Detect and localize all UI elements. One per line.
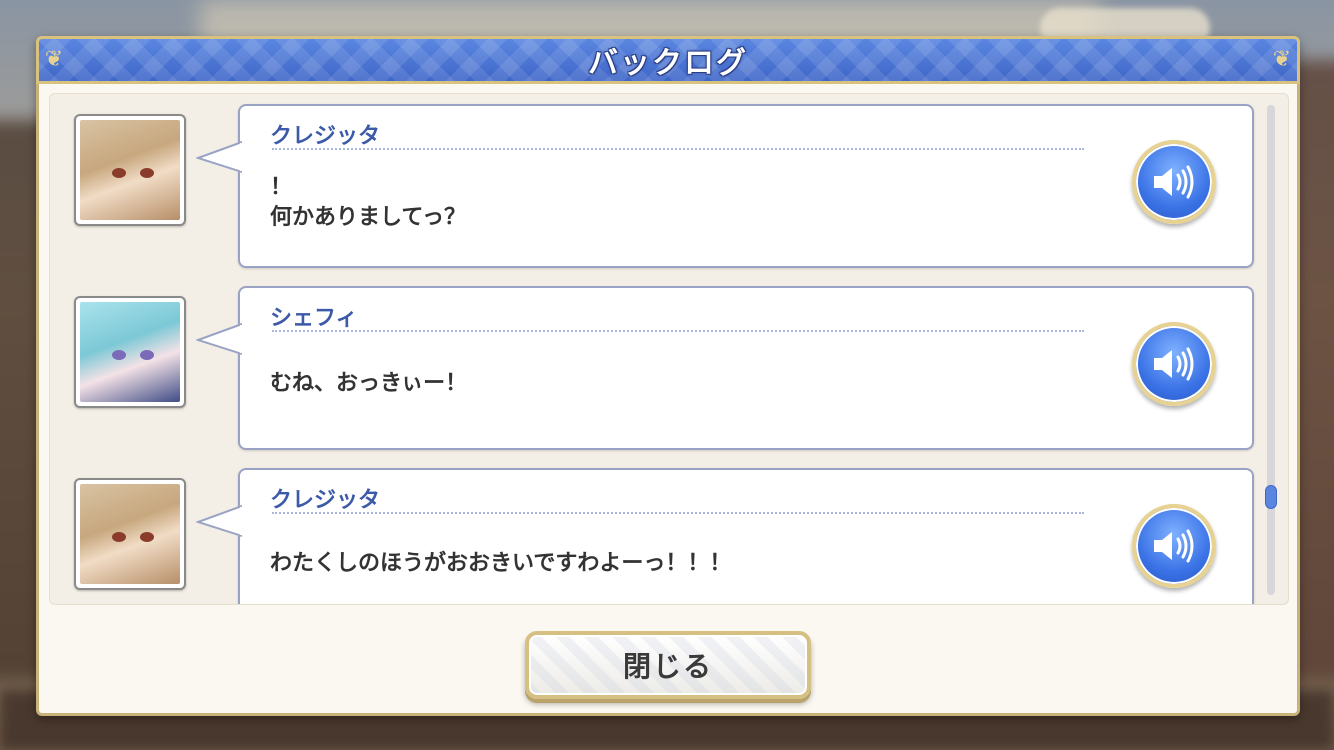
backlog-window: ❦ バックログ ❦ クレジッタ ！ 何かありましてっ？ シェフィ むね、おっきぃ… bbox=[36, 36, 1300, 716]
character-avatar bbox=[74, 478, 186, 590]
scrollbar[interactable] bbox=[1265, 105, 1277, 595]
backlog-entry: シェフィ むね、おっきぃー！ bbox=[50, 286, 1288, 452]
dialogue-line: わたくしのほうがおおきいですわよーっ！！！ bbox=[270, 551, 732, 576]
dialogue-line: 何かありましてっ？ bbox=[270, 205, 467, 230]
dialogue-bubble: クレジッタ ！ 何かありましてっ？ bbox=[196, 104, 1254, 268]
close-button[interactable]: 閉じる bbox=[525, 631, 811, 699]
speaker-icon bbox=[1154, 347, 1194, 381]
dialogue-line: むね、おっきぃー！ bbox=[270, 371, 468, 396]
divider bbox=[272, 148, 1084, 150]
dialogue-bubble: シェフィ むね、おっきぃー！ bbox=[196, 286, 1254, 450]
backlog-entry: クレジッタ ！ 何かありましてっ？ bbox=[50, 104, 1288, 270]
voice-replay-button[interactable] bbox=[1132, 140, 1216, 224]
voice-replay-button[interactable] bbox=[1132, 504, 1216, 588]
window-title: バックログ bbox=[588, 46, 748, 81]
title-bar: ❦ バックログ ❦ bbox=[36, 36, 1300, 84]
speaker-name: クレジッタ bbox=[270, 124, 381, 149]
voice-replay-button[interactable] bbox=[1132, 322, 1216, 406]
kurejitta-portrait-icon bbox=[80, 484, 180, 584]
divider bbox=[272, 512, 1084, 514]
speaker-name: シェフィ bbox=[270, 306, 358, 331]
dialogue-bubble: クレジッタ わたくしのほうがおおきいですわよーっ！！！ bbox=[196, 468, 1254, 604]
character-avatar bbox=[74, 114, 186, 226]
divider bbox=[272, 330, 1084, 332]
kurejitta-portrait-icon bbox=[80, 120, 180, 220]
scroll-thumb[interactable] bbox=[1265, 485, 1277, 509]
character-avatar bbox=[74, 296, 186, 408]
backlog-entry: クレジッタ わたくしのほうがおおきいですわよーっ！！！ bbox=[50, 468, 1288, 604]
speaker-icon bbox=[1154, 529, 1194, 563]
dialogue-line: ！ bbox=[270, 175, 293, 200]
ornament-right-icon: ❦ bbox=[1272, 47, 1292, 72]
ornament-left-icon: ❦ bbox=[44, 47, 64, 72]
shefi-portrait-icon bbox=[80, 302, 180, 402]
speaker-icon bbox=[1154, 165, 1194, 199]
backlog-list[interactable]: クレジッタ ！ 何かありましてっ？ シェフィ むね、おっきぃー！ クレジッタ わ… bbox=[49, 93, 1289, 605]
speaker-name: クレジッタ bbox=[270, 488, 381, 513]
close-button-label: 閉じる bbox=[622, 650, 713, 683]
